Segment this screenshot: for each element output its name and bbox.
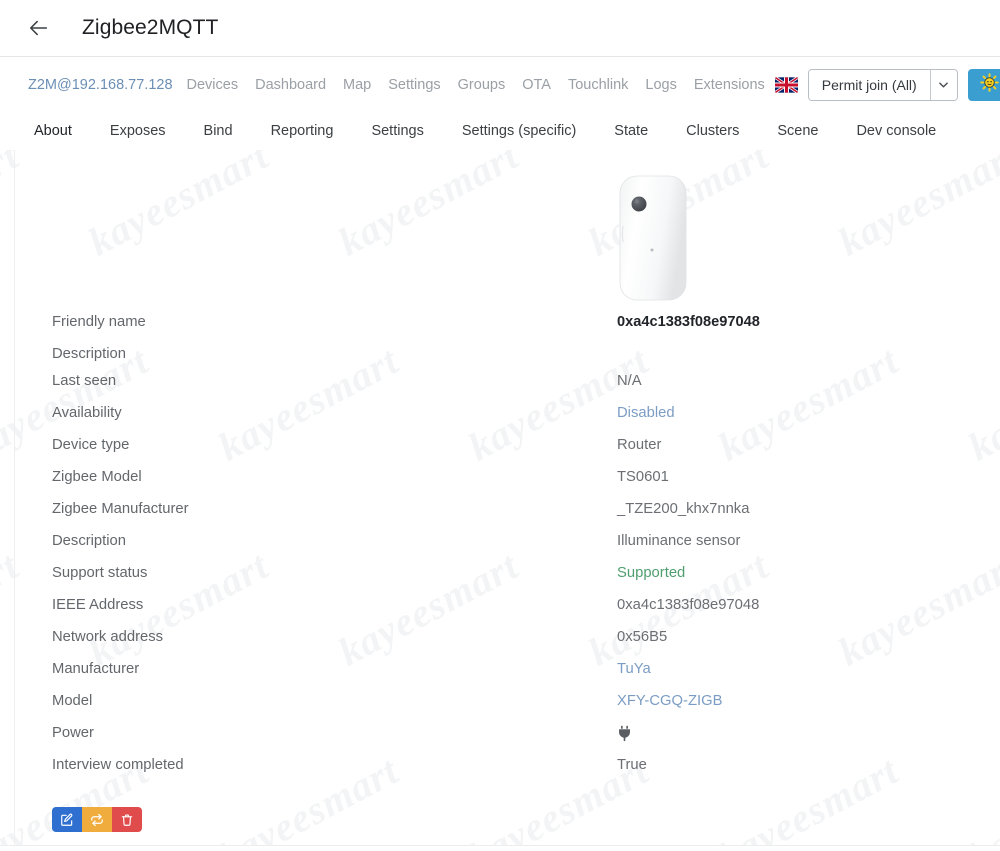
info-label: Manufacturer	[52, 661, 140, 677]
power-plug-icon	[617, 725, 632, 746]
nav-item-touchlink[interactable]: Touchlink	[568, 77, 628, 93]
nav-item-devices[interactable]: Devices	[187, 77, 239, 93]
delete-button[interactable]	[112, 807, 142, 832]
back-arrow-icon[interactable]	[22, 11, 56, 45]
reload-button[interactable]	[82, 807, 112, 832]
info-row-interview-completed: Interview completed True	[43, 757, 972, 789]
nav-brand[interactable]: Z2M@192.168.77.128	[28, 77, 173, 93]
window-bottom-strip	[0, 845, 1000, 851]
info-row-availability: Availability Disabled	[43, 405, 972, 437]
info-label: Model	[52, 693, 93, 709]
pencil-square-icon	[60, 813, 74, 827]
info-row-description: Description Illuminance sensor	[43, 533, 972, 565]
info-value-device-type: Router	[617, 437, 662, 453]
info-row-support-status: Support status Supported	[43, 565, 972, 597]
nav-item-ota[interactable]: OTA	[522, 77, 551, 93]
info-value-zigbee-manufacturer: _TZE200_khx7nnka	[617, 501, 750, 517]
nav-item-logs[interactable]: Logs	[645, 77, 676, 93]
info-row-zigbee-manufacturer: Zigbee Manufacturer _TZE200_khx7nnka	[43, 501, 972, 533]
info-row-description-empty: Description	[43, 346, 972, 373]
info-label: Description	[52, 533, 127, 549]
window-titlebar: Zigbee2MQTT	[0, 0, 1000, 56]
info-label: Interview completed	[52, 757, 184, 773]
tab-dev-console[interactable]: Dev console	[837, 112, 955, 150]
info-row-zigbee-model: Zigbee Model TS0601	[43, 469, 972, 501]
about-panel: Friendly name 0xa4c1383f08e97048 Descrip…	[14, 150, 1000, 851]
device-info-table: Friendly name 0xa4c1383f08e97048 Descrip…	[43, 314, 972, 789]
info-label: Availability	[52, 405, 122, 421]
info-label: Description	[52, 346, 127, 362]
info-label: Last seen	[52, 373, 117, 389]
tab-settings-specific[interactable]: Settings (specific)	[443, 112, 595, 150]
app-window: Zigbee2MQTT Z2M@192.168.77.128 Devices D…	[0, 0, 1000, 851]
info-value-availability[interactable]: Disabled	[617, 405, 675, 421]
tab-state[interactable]: State	[595, 112, 667, 150]
device-image-container	[43, 150, 972, 308]
tab-scene[interactable]: Scene	[758, 112, 837, 150]
info-label: IEEE Address	[52, 597, 144, 613]
tab-bind[interactable]: Bind	[185, 112, 252, 150]
theme-toggle-button[interactable]	[967, 68, 1000, 101]
info-value-interview-completed: True	[617, 757, 647, 773]
info-value-zigbee-model: TS0601	[617, 469, 669, 485]
nav-links: Devices Dashboard Map Settings Groups OT…	[187, 77, 765, 93]
tab-reporting[interactable]: Reporting	[252, 112, 353, 150]
info-value-support-status: Supported	[617, 565, 686, 581]
main-navbar: Z2M@192.168.77.128 Devices Dashboard Map…	[0, 57, 1000, 112]
info-value-power	[617, 725, 632, 746]
edit-button[interactable]	[52, 807, 82, 832]
nav-item-dashboard[interactable]: Dashboard	[255, 77, 326, 93]
info-label: Zigbee Model	[52, 469, 142, 485]
info-row-last-seen: Last seen N/A	[43, 373, 972, 405]
info-label: Zigbee Manufacturer	[52, 501, 189, 517]
page-title: Zigbee2MQTT	[82, 16, 219, 39]
device-tabbar: About Exposes Bind Reporting Settings Se…	[0, 112, 1000, 150]
info-row-ieee-address: IEEE Address 0xa4c1383f08e97048	[43, 597, 972, 629]
navbar-controls: Permit join (All)	[774, 68, 1000, 101]
nav-item-settings[interactable]: Settings	[388, 77, 440, 93]
info-label: Power	[52, 725, 94, 741]
info-row-model: Model XFY-CGQ-ZIGB	[43, 693, 972, 725]
retry-arrows-icon	[90, 813, 104, 827]
zigbee-illuminance-sensor-photo	[617, 174, 689, 302]
permit-join-group: Permit join (All)	[807, 68, 958, 101]
info-label: Friendly name	[52, 314, 146, 330]
info-row-network-address: Network address 0x56B5	[43, 629, 972, 661]
nav-item-groups[interactable]: Groups	[458, 77, 506, 93]
info-value-last-seen: N/A	[617, 373, 642, 389]
info-label: Support status	[52, 565, 148, 581]
info-value-network-address: 0x56B5	[617, 629, 668, 645]
info-value-description: Illuminance sensor	[617, 533, 741, 549]
info-row-friendly-name: Friendly name 0xa4c1383f08e97048	[43, 314, 972, 346]
uk-flag-icon[interactable]	[774, 76, 798, 93]
info-value-model[interactable]: XFY-CGQ-ZIGB	[617, 693, 723, 709]
chevron-down-icon[interactable]	[929, 69, 957, 100]
tab-clusters[interactable]: Clusters	[667, 112, 758, 150]
info-value-manufacturer[interactable]: TuYa	[617, 661, 651, 677]
device-action-buttons	[52, 807, 142, 832]
info-row-device-type: Device type Router	[43, 437, 972, 469]
sun-icon	[980, 72, 999, 97]
info-label: Device type	[52, 437, 130, 453]
tab-settings[interactable]: Settings	[352, 112, 442, 150]
info-row-manufacturer: Manufacturer TuYa	[43, 661, 972, 693]
tab-about[interactable]: About	[28, 112, 91, 150]
nav-item-map[interactable]: Map	[343, 77, 371, 93]
info-value-friendly-name: 0xa4c1383f08e97048	[617, 314, 760, 330]
info-value-ieee-address: 0xa4c1383f08e97048	[617, 597, 760, 613]
trash-icon	[120, 813, 134, 827]
nav-item-extensions[interactable]: Extensions	[694, 77, 765, 93]
tab-exposes[interactable]: Exposes	[91, 112, 185, 150]
permit-join-button[interactable]: Permit join (All)	[808, 69, 930, 100]
info-row-power: Power	[43, 725, 972, 757]
info-label: Network address	[52, 629, 164, 645]
